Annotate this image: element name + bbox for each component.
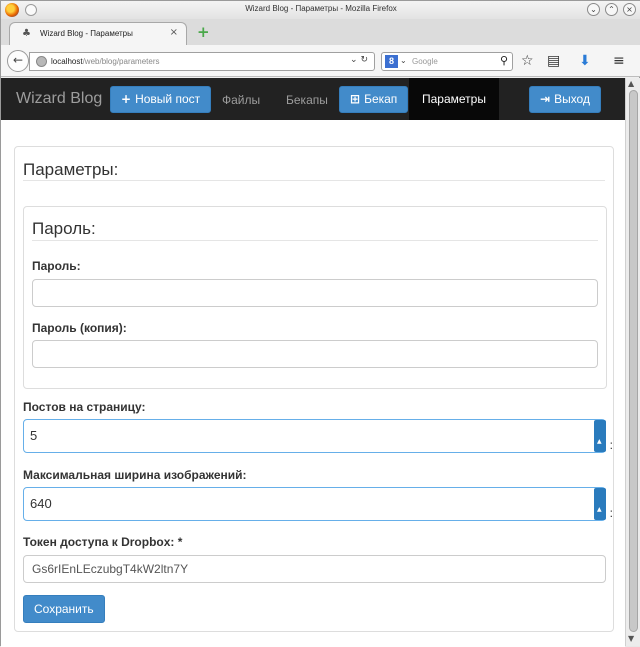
browser-tab[interactable]: ♣ Wizard Blog - Параметры × xyxy=(9,22,187,45)
password-label: Пароль: xyxy=(32,259,81,273)
dropbox-token-label: Токен доступа к Dropbox: * xyxy=(23,535,183,549)
scroll-up-icon[interactable]: ▲ xyxy=(628,79,634,88)
page-scrollbar[interactable]: ▲ ▼ xyxy=(625,78,640,646)
stepper-down-icon[interactable]: ▼ xyxy=(597,440,602,472)
new-tab-icon[interactable]: + xyxy=(197,23,210,41)
scroll-down-icon[interactable]: ▼ xyxy=(628,634,634,643)
password-copy-input[interactable] xyxy=(32,340,598,368)
navigation-toolbar: ← localhost/web/blog/parameters ⌄ ↻ 8 ⌄ … xyxy=(1,45,640,77)
url-bar[interactable]: localhost/web/blog/parameters ⌄ ↻ xyxy=(29,52,375,71)
posts-per-page-stepper[interactable]: ▲ ▼ xyxy=(594,420,606,459)
maximize-icon[interactable]: ⌃ xyxy=(605,3,618,16)
max-image-width-value: 640 xyxy=(30,496,52,511)
chevron-down-icon[interactable]: ⌄ xyxy=(400,56,407,65)
tab-favicon-icon: ♣ xyxy=(22,28,31,39)
search-engine-icon[interactable]: 8 xyxy=(385,55,398,68)
window-titlebar: Wizard Blog - Параметры - Mozilla Firefo… xyxy=(1,1,640,19)
logout-label: Выход xyxy=(554,92,590,106)
new-post-button[interactable]: + Новый пост xyxy=(110,86,212,113)
page-title: Параметры: xyxy=(23,160,119,179)
password-copy-label: Пароль (копия): xyxy=(32,321,127,335)
nav-files-link[interactable]: Файлы xyxy=(222,93,260,107)
backup-button[interactable]: ⊞ Бекап xyxy=(339,86,409,113)
url-dropdown-reload-icon[interactable]: ⌄ ↻ xyxy=(350,55,368,65)
backup-icon: ⊞ xyxy=(350,92,361,106)
dropbox-token-input[interactable]: Gs6rIEnLEczubgT4kW2ltn7Y xyxy=(23,555,606,583)
new-post-label: Новый пост xyxy=(135,92,201,106)
bookmark-star-icon[interactable]: ☆ xyxy=(521,53,534,69)
minimize-icon[interactable]: ⌄ xyxy=(587,3,600,16)
max-image-width-stepper[interactable]: ▲ ▼ xyxy=(594,488,606,527)
logout-button[interactable]: ⇥ Выход xyxy=(529,86,601,113)
password-input[interactable] xyxy=(32,279,598,307)
posts-per-page-input[interactable]: 5 ▲ ▼ : xyxy=(23,419,613,459)
url-text: localhost/web/blog/parameters xyxy=(51,57,160,66)
brand-link[interactable]: Wizard Blog xyxy=(16,90,102,108)
search-go-icon[interactable]: ⚲ xyxy=(500,54,508,67)
logout-icon: ⇥ xyxy=(540,92,551,106)
title-divider xyxy=(23,180,605,181)
nav-parameters-link[interactable]: Параметры xyxy=(409,78,499,120)
site-navbar: Wizard Blog + Новый пост Файлы Бекапы ⊞ Бе… xyxy=(1,78,625,120)
page-viewport: Wizard Blog + Новый пост Файлы Бекапы ⊞ Бе… xyxy=(1,78,625,647)
site-identity-icon[interactable] xyxy=(36,56,47,67)
posts-per-page-label: Постов на страницу: xyxy=(23,400,146,414)
backup-label: Бекап xyxy=(364,92,398,106)
bookmarks-menu-icon[interactable]: ▤ xyxy=(547,53,560,69)
posts-per-page-value: 5 xyxy=(30,428,38,443)
downloads-icon[interactable]: ⬇ xyxy=(579,53,591,69)
stepper-colon: : xyxy=(609,506,613,520)
max-image-width-input[interactable]: 640 ▲ ▼ : xyxy=(23,487,613,527)
back-icon[interactable]: ← xyxy=(7,50,29,72)
tab-title: Wizard Blog - Параметры xyxy=(40,29,133,38)
parameters-panel: Параметры: Пароль: Пароль: Пароль (копия… xyxy=(14,146,614,632)
search-placeholder: Google xyxy=(412,57,438,66)
nav-backups-link[interactable]: Бекапы xyxy=(286,93,328,107)
stepper-colon: : xyxy=(609,438,613,452)
stepper-down-icon[interactable]: ▼ xyxy=(597,508,602,540)
tab-strip: ♣ Wizard Blog - Параметры × + xyxy=(1,19,640,45)
search-bar[interactable]: 8 ⌄ Google ⚲ xyxy=(381,52,513,71)
window-title: Wizard Blog - Параметры - Mozilla Firefo… xyxy=(245,4,397,13)
password-section-divider xyxy=(32,240,598,241)
password-section: Пароль: Пароль: Пароль (копия): xyxy=(23,206,607,389)
plus-icon: + xyxy=(121,92,132,106)
hamburger-menu-icon[interactable]: ≡ xyxy=(613,53,625,69)
browser-window: Wizard Blog - Параметры - Mozilla Firefo… xyxy=(0,0,640,647)
save-button[interactable]: Сохранить xyxy=(23,595,105,623)
max-image-width-label: Максимальная ширина изображений: xyxy=(23,468,247,482)
password-section-title: Пароль: xyxy=(32,219,96,238)
tab-close-icon[interactable]: × xyxy=(170,27,178,38)
scrollbar-thumb[interactable] xyxy=(629,90,638,632)
close-window-icon[interactable]: × xyxy=(623,3,636,16)
